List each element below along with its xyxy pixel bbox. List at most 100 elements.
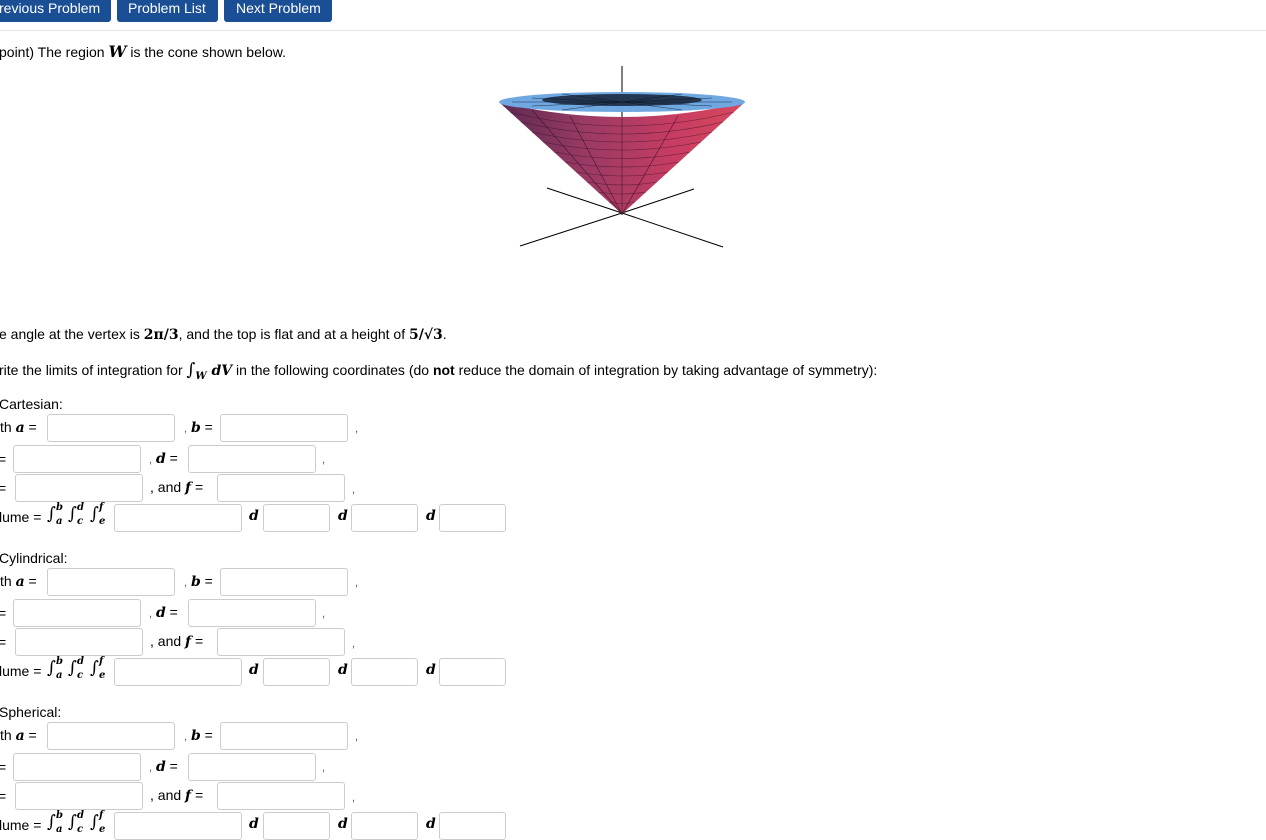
previous-problem-button[interactable]: revious Problem xyxy=(0,0,111,22)
cylindrical-c-input[interactable] xyxy=(13,599,141,627)
spherical-integral-2: ∫ xyxy=(68,812,77,832)
cone-image xyxy=(499,66,745,248)
problem-list-button[interactable]: Problem List xyxy=(117,0,218,22)
text-fragment: 2π/3 xyxy=(143,327,179,343)
spherical-d2-label: d xyxy=(338,816,348,832)
cartesian-lim-c: c xyxy=(77,516,84,527)
cartesian-d-label: d = xyxy=(156,450,178,467)
label-text: = xyxy=(24,419,37,435)
text-fragment: . xyxy=(442,326,447,342)
spherical-lim-f: f xyxy=(99,810,104,821)
cylindrical-lim-a: a xyxy=(56,670,63,681)
cartesian-c-label: = xyxy=(0,451,7,467)
section-title-cylindrical: Cylindrical: xyxy=(0,550,68,566)
spherical-a-input[interactable] xyxy=(47,722,175,750)
text-fragment: is the cone shown below. xyxy=(126,44,286,60)
cartesian-d-input[interactable] xyxy=(188,445,316,473)
spherical-var1-input[interactable] xyxy=(263,812,330,840)
spherical-lim-c: c xyxy=(77,824,84,835)
cylindrical-comma-c: , xyxy=(149,608,153,620)
cartesian-comma-b: , xyxy=(355,423,359,435)
cylindrical-comma-b: , xyxy=(355,577,359,589)
cartesian-d1-label: d xyxy=(249,508,259,524)
spherical-var2-input[interactable] xyxy=(351,812,418,840)
label-text: , and xyxy=(150,787,186,803)
cylindrical-d-label: d = xyxy=(156,604,178,621)
cylindrical-b-input[interactable] xyxy=(220,568,348,596)
label-text: = xyxy=(165,450,178,466)
text-fragment: dV xyxy=(206,363,233,379)
spherical-e-label: = xyxy=(0,788,7,804)
spherical-f-input[interactable] xyxy=(217,782,345,810)
spherical-d3-label: d xyxy=(426,816,436,832)
label-text: = xyxy=(165,758,178,774)
cartesian-lim-f: f xyxy=(99,502,104,513)
section-title-cartesian: Cartesian: xyxy=(0,396,63,412)
label-text: b xyxy=(191,574,201,590)
label-text: = xyxy=(200,573,213,589)
cylindrical-integrand-input[interactable] xyxy=(114,658,242,686)
cylindrical-var2-input[interactable] xyxy=(351,658,418,686)
cylindrical-e-input[interactable] xyxy=(15,628,143,656)
cylindrical-volume-label: lume = xyxy=(0,663,42,679)
cylindrical-comma-d: , xyxy=(322,608,326,620)
text-fragment: not xyxy=(432,362,455,378)
cartesian-b-input[interactable] xyxy=(220,414,348,442)
cone-figure xyxy=(442,60,802,304)
cylindrical-d-input[interactable] xyxy=(188,599,316,627)
cylindrical-and-f-label: , and f = xyxy=(150,633,203,650)
cartesian-c-input[interactable] xyxy=(13,445,141,473)
cylindrical-lim-c: c xyxy=(77,670,84,681)
cartesian-integrand-input[interactable] xyxy=(114,504,242,532)
cylindrical-comma-f: , xyxy=(352,638,356,650)
section-title-spherical: Spherical: xyxy=(0,704,62,720)
cartesian-var1-input[interactable] xyxy=(263,504,330,532)
label-text: d xyxy=(156,759,166,775)
spherical-d-input[interactable] xyxy=(188,753,316,781)
label-text: b xyxy=(191,420,201,436)
cartesian-integral-3: ∫ xyxy=(90,504,99,524)
cartesian-comma-d: , xyxy=(322,454,326,466)
spherical-integrand-input[interactable] xyxy=(114,812,242,840)
cartesian-d2-label: d xyxy=(338,508,348,524)
label-text: = xyxy=(165,604,178,620)
cylindrical-integral-2: ∫ xyxy=(68,658,77,678)
cylindrical-a-input[interactable] xyxy=(47,568,175,596)
text-fragment: rite the limits of integration for xyxy=(0,362,187,378)
text-fragment: W xyxy=(195,370,207,382)
cartesian-var3-input[interactable] xyxy=(439,504,506,532)
cylindrical-c-label: = xyxy=(0,605,7,621)
spherical-b-input[interactable] xyxy=(220,722,348,750)
label-text: a xyxy=(15,574,25,590)
spherical-lim-a: a xyxy=(56,824,63,835)
text-fragment: , and the top is flat and at a height of xyxy=(178,326,409,342)
spherical-d1-label: d xyxy=(249,816,259,832)
cartesian-lim-b: b xyxy=(56,502,63,513)
label-text: = xyxy=(24,573,37,589)
spherical-d-label: d = xyxy=(156,758,178,775)
text-fragment: 5/√3 xyxy=(409,327,443,343)
cartesian-var2-input[interactable] xyxy=(351,504,418,532)
label-text: = xyxy=(24,727,37,743)
spherical-var3-input[interactable] xyxy=(439,812,506,840)
next-problem-label: Next Problem xyxy=(236,0,321,16)
spherical-volume-label: lume = xyxy=(0,817,42,833)
cylindrical-var3-input[interactable] xyxy=(439,658,506,686)
spherical-c-input[interactable] xyxy=(13,753,141,781)
cartesian-comma-a: , xyxy=(184,423,188,435)
cartesian-f-input[interactable] xyxy=(217,474,345,502)
cartesian-a-input[interactable] xyxy=(47,414,175,442)
cartesian-e-label: = xyxy=(0,480,7,496)
text-fragment: reduce the domain of integration by taki… xyxy=(454,362,878,378)
next-problem-button[interactable]: Next Problem xyxy=(224,0,332,22)
label-text: a xyxy=(15,420,25,436)
cylindrical-lim-d: d xyxy=(77,656,84,667)
cartesian-b-label: b = xyxy=(191,419,213,436)
cylindrical-f-input[interactable] xyxy=(217,628,345,656)
cartesian-e-input[interactable] xyxy=(15,474,143,502)
cylindrical-var1-input[interactable] xyxy=(263,658,330,686)
cartesian-lim-a: a xyxy=(56,516,63,527)
label-text: = xyxy=(191,787,204,803)
spherical-e-input[interactable] xyxy=(15,782,143,810)
instructions: rite the limits of integration for ∫W dV… xyxy=(0,360,877,382)
